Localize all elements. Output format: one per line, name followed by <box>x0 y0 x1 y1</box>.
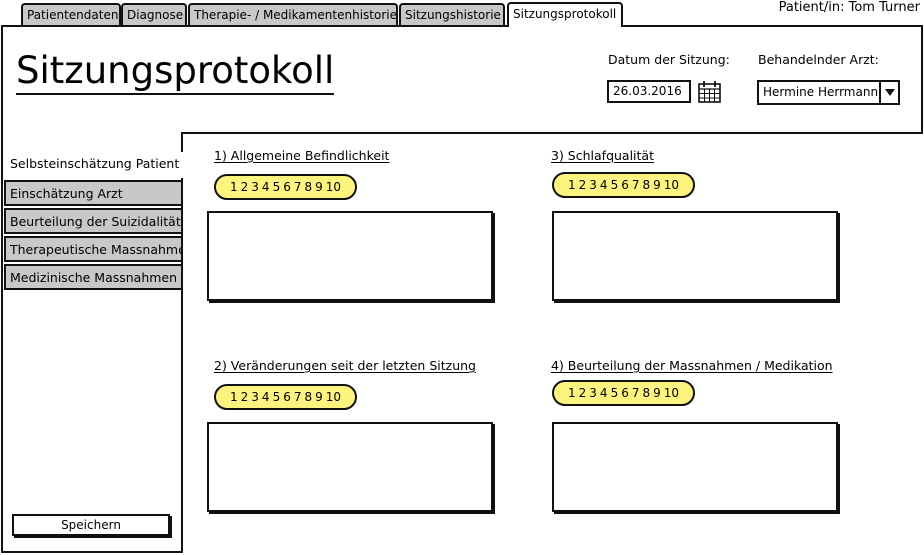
rating-option[interactable]: 7 <box>294 177 302 197</box>
rating-option[interactable]: 3 <box>251 387 259 407</box>
rating-option[interactable]: 5 <box>611 383 619 403</box>
rating-option[interactable]: 3 <box>589 175 597 195</box>
main-panel: Sitzungsprotokoll Datum der Sitzung: 26.… <box>1 25 923 553</box>
section-title-veraenderungen: 2) Veränderungen seit der letzten Sitzun… <box>214 358 476 373</box>
rating-scale[interactable]: 1 2 3 4 5 6 7 8 9 10 <box>552 172 696 198</box>
tab-bar: Patientendaten Diagnose Therapie- / Medi… <box>0 0 924 28</box>
rating-scale[interactable]: 1 2 3 4 5 6 7 8 9 10 <box>214 384 358 410</box>
tab-patientendaten[interactable]: Patientendaten <box>21 3 121 26</box>
rating-option[interactable]: 10 <box>664 175 679 195</box>
rating-option[interactable]: 10 <box>326 387 341 407</box>
rating-option[interactable]: 7 <box>632 383 640 403</box>
rating-option[interactable]: 6 <box>621 175 629 195</box>
rating-option[interactable]: 5 <box>273 177 281 197</box>
rating-option[interactable]: 6 <box>283 387 291 407</box>
rating-option[interactable]: 1 <box>568 175 576 195</box>
rating-option[interactable]: 2 <box>579 175 587 195</box>
rating-option[interactable]: 8 <box>304 177 312 197</box>
session-date-label: Datum der Sitzung: <box>608 52 730 67</box>
section-title-schlafqualitaet: 3) Schlafqualität <box>551 148 654 163</box>
page-title: Sitzungsprotokoll <box>16 49 335 95</box>
tab-diagnose[interactable]: Diagnose <box>121 3 187 26</box>
calendar-icon[interactable] <box>697 80 723 104</box>
rating-option[interactable]: 1 <box>230 387 238 407</box>
save-button[interactable]: Speichern <box>12 514 170 536</box>
rating-option[interactable]: 10 <box>664 383 679 403</box>
rating-option[interactable]: 3 <box>251 177 259 197</box>
sidebar-item-therapeutische-massnahmen[interactable]: Therapeutische Massnahmen <box>4 236 182 262</box>
rating-option[interactable]: 8 <box>642 175 650 195</box>
sidebar-item-beurteilung-suizidalitaet[interactable]: Beurteilung der Suizidalität <box>4 208 182 234</box>
rating-option[interactable]: 10 <box>326 177 341 197</box>
rating-scale[interactable]: 1 2 3 4 5 6 7 8 9 10 <box>214 174 358 200</box>
notes-textarea[interactable] <box>207 422 493 512</box>
rating-option[interactable]: 5 <box>611 175 619 195</box>
session-date-field[interactable]: 26.03.2016 <box>607 80 691 103</box>
rating-option[interactable]: 2 <box>241 387 249 407</box>
rating-option[interactable]: 2 <box>579 383 587 403</box>
notes-textarea[interactable] <box>552 211 838 301</box>
sidebar-item-selbsteinschaetzung-patient[interactable]: Selbsteinschätzung Patient <box>6 152 186 178</box>
sidebar-item-medizinische-massnahmen[interactable]: Medizinische Massnahmen <box>4 264 182 290</box>
rating-option[interactable]: 4 <box>600 175 608 195</box>
section-title-allgemeine-befindlichkeit: 1) Allgemeine Befindlichkeit <box>214 148 390 163</box>
doctor-select-value: Hermine Herrmann <box>763 85 879 99</box>
rating-option[interactable]: 7 <box>632 175 640 195</box>
tab-therapie-medikamentenhistorie[interactable]: Therapie- / Medikamentenhistorie <box>188 3 398 26</box>
rating-option[interactable]: 1 <box>230 177 238 197</box>
patient-name: Patient/in: Tom Turner <box>778 0 920 15</box>
rating-option[interactable]: 8 <box>304 387 312 407</box>
sidebar-item-einschaetzung-arzt[interactable]: Einschätzung Arzt <box>4 180 182 206</box>
rating-option[interactable]: 9 <box>315 387 323 407</box>
rating-option[interactable]: 2 <box>241 177 249 197</box>
rating-option[interactable]: 4 <box>262 177 270 197</box>
rating-option[interactable]: 6 <box>621 383 629 403</box>
section-title-beurteilung-massnahmen: 4) Beurteilung der Massnahmen / Medikati… <box>551 358 833 373</box>
doctor-label: Behandelnder Arzt: <box>758 52 879 67</box>
notes-textarea[interactable] <box>207 211 493 301</box>
content-area: 1) Allgemeine Befindlichkeit 1 2 3 4 5 6… <box>181 132 923 553</box>
notes-textarea[interactable] <box>552 422 838 512</box>
rating-option[interactable]: 9 <box>653 175 661 195</box>
doctor-select[interactable]: Hermine Herrmann <box>757 80 900 105</box>
rating-option[interactable]: 9 <box>315 177 323 197</box>
rating-scale[interactable]: 1 2 3 4 5 6 7 8 9 10 <box>552 380 696 406</box>
tab-sitzungsprotokoll[interactable]: Sitzungsprotokoll <box>507 2 623 27</box>
tab-sitzungshistorie[interactable]: Sitzungshistorie <box>399 3 505 26</box>
rating-option[interactable]: 4 <box>600 383 608 403</box>
rating-option[interactable]: 6 <box>283 177 291 197</box>
rating-option[interactable]: 3 <box>589 383 597 403</box>
rating-option[interactable]: 9 <box>653 383 661 403</box>
chevron-down-icon[interactable] <box>879 82 898 103</box>
rating-option[interactable]: 7 <box>294 387 302 407</box>
rating-option[interactable]: 8 <box>642 383 650 403</box>
rating-option[interactable]: 4 <box>262 387 270 407</box>
rating-option[interactable]: 5 <box>273 387 281 407</box>
rating-option[interactable]: 1 <box>568 383 576 403</box>
